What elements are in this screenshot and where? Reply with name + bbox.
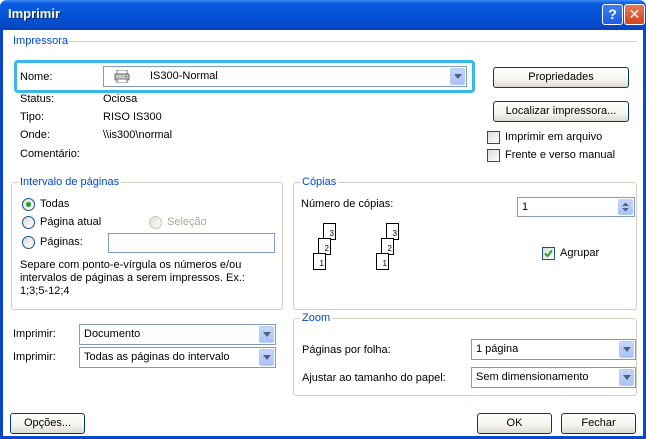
selection-label: Seleção [167, 216, 207, 228]
copies-count-label: Número de cópias: [301, 198, 394, 210]
spinner-arrows-icon[interactable] [618, 199, 633, 215]
pages-radio[interactable] [22, 236, 35, 249]
zoom-title: Zoom [300, 312, 333, 324]
window-title: Imprimir [8, 6, 61, 21]
manual-duplex-checkbox[interactable] [487, 149, 500, 162]
printer-group-line [67, 41, 637, 42]
current-page-label: Página atual [40, 216, 102, 228]
options-button[interactable]: Opções... [10, 413, 85, 434]
print-what-value: Documento [84, 328, 141, 340]
ok-button[interactable]: OK [477, 413, 552, 434]
copies-title: Cópias [300, 176, 339, 188]
current-page-radio[interactable] [22, 216, 35, 229]
print-what-combo[interactable]: Documento [79, 324, 276, 345]
print-range-label: Imprimir: [13, 351, 56, 363]
page-range-hint-line1: Separe com ponto-e-vírgula os números e/… [20, 259, 242, 271]
print-range-value: Todas as páginas do intervalo [84, 351, 230, 363]
chevron-down-icon[interactable] [259, 326, 274, 343]
all-pages-radio[interactable] [22, 198, 35, 211]
chevron-down-icon[interactable] [259, 349, 274, 366]
printer-name-value: IS300-Normal [150, 70, 218, 82]
type-label: Tipo: [20, 111, 45, 123]
page-range-hint-line3: 1;3;5-12;4 [20, 285, 70, 297]
printer-group-title: Impressora [13, 35, 69, 47]
type-value: RISO IS300 [103, 111, 162, 123]
copies-spinner[interactable]: 1 [517, 197, 635, 217]
pages-per-sheet-label: Páginas por folha: [302, 344, 391, 356]
print-to-file-label: Imprimir em arquivo [505, 131, 603, 143]
find-printer-button[interactable]: Localizar impressora... [493, 101, 629, 122]
print-what-label: Imprimir: [13, 328, 56, 340]
chevron-down-icon[interactable] [619, 369, 634, 386]
chevron-down-icon[interactable] [450, 68, 465, 85]
printer-name-label: Nome: [20, 71, 53, 83]
pages-per-sheet-value: 1 página [476, 343, 519, 355]
close-window-button[interactable]: ✕ [624, 4, 645, 25]
pages-label: Páginas: [40, 236, 83, 248]
print-range-combo[interactable]: Todas as páginas do intervalo [79, 347, 276, 368]
pages-input[interactable] [108, 233, 275, 253]
collate-page-1: 1 [313, 253, 326, 270]
pages-per-sheet-combo[interactable]: 1 página [471, 339, 636, 360]
page-range-title: Intervalo de páginas [18, 176, 122, 188]
print-dialog: Imprimir ? ✕ Impressora Nome: IS300-Norm… [0, 0, 646, 439]
chevron-down-icon[interactable] [619, 341, 634, 358]
where-value: \\is300\normal [103, 129, 173, 141]
title-bar[interactable]: Imprimir ? ✕ [0, 0, 646, 30]
scale-value: Sem dimensionamento [476, 371, 589, 383]
status-value: Ociosa [103, 93, 138, 105]
all-pages-label: Todas [40, 198, 70, 210]
where-label: Onde: [20, 129, 50, 141]
collate-page-1b: 1 [376, 253, 389, 270]
printer-icon [114, 69, 130, 84]
comment-label: Comentário: [20, 148, 80, 160]
selection-radio[interactable] [149, 216, 162, 229]
copies-count-value: 1 [522, 201, 529, 213]
manual-duplex-label: Frente e verso manual [505, 149, 616, 161]
print-to-file-checkbox[interactable] [487, 131, 500, 144]
scale-label: Ajustar ao tamanho do papel: [302, 372, 446, 384]
scale-combo[interactable]: Sem dimensionamento [471, 367, 636, 388]
cancel-button[interactable]: Fechar [561, 413, 636, 434]
collate-checkbox[interactable] [542, 247, 555, 260]
page-range-hint-line2: intervalos de páginas a serem impressos.… [20, 272, 245, 284]
help-button[interactable]: ? [602, 4, 623, 25]
printer-name-combo[interactable]: IS300-Normal [103, 66, 467, 87]
dialog-body: Impressora Nome: IS300-Normal Status: Oc… [3, 30, 643, 436]
properties-button[interactable]: Propriedades [493, 67, 629, 88]
status-label: Status: [20, 93, 55, 105]
collate-label: Agrupar [560, 247, 600, 259]
